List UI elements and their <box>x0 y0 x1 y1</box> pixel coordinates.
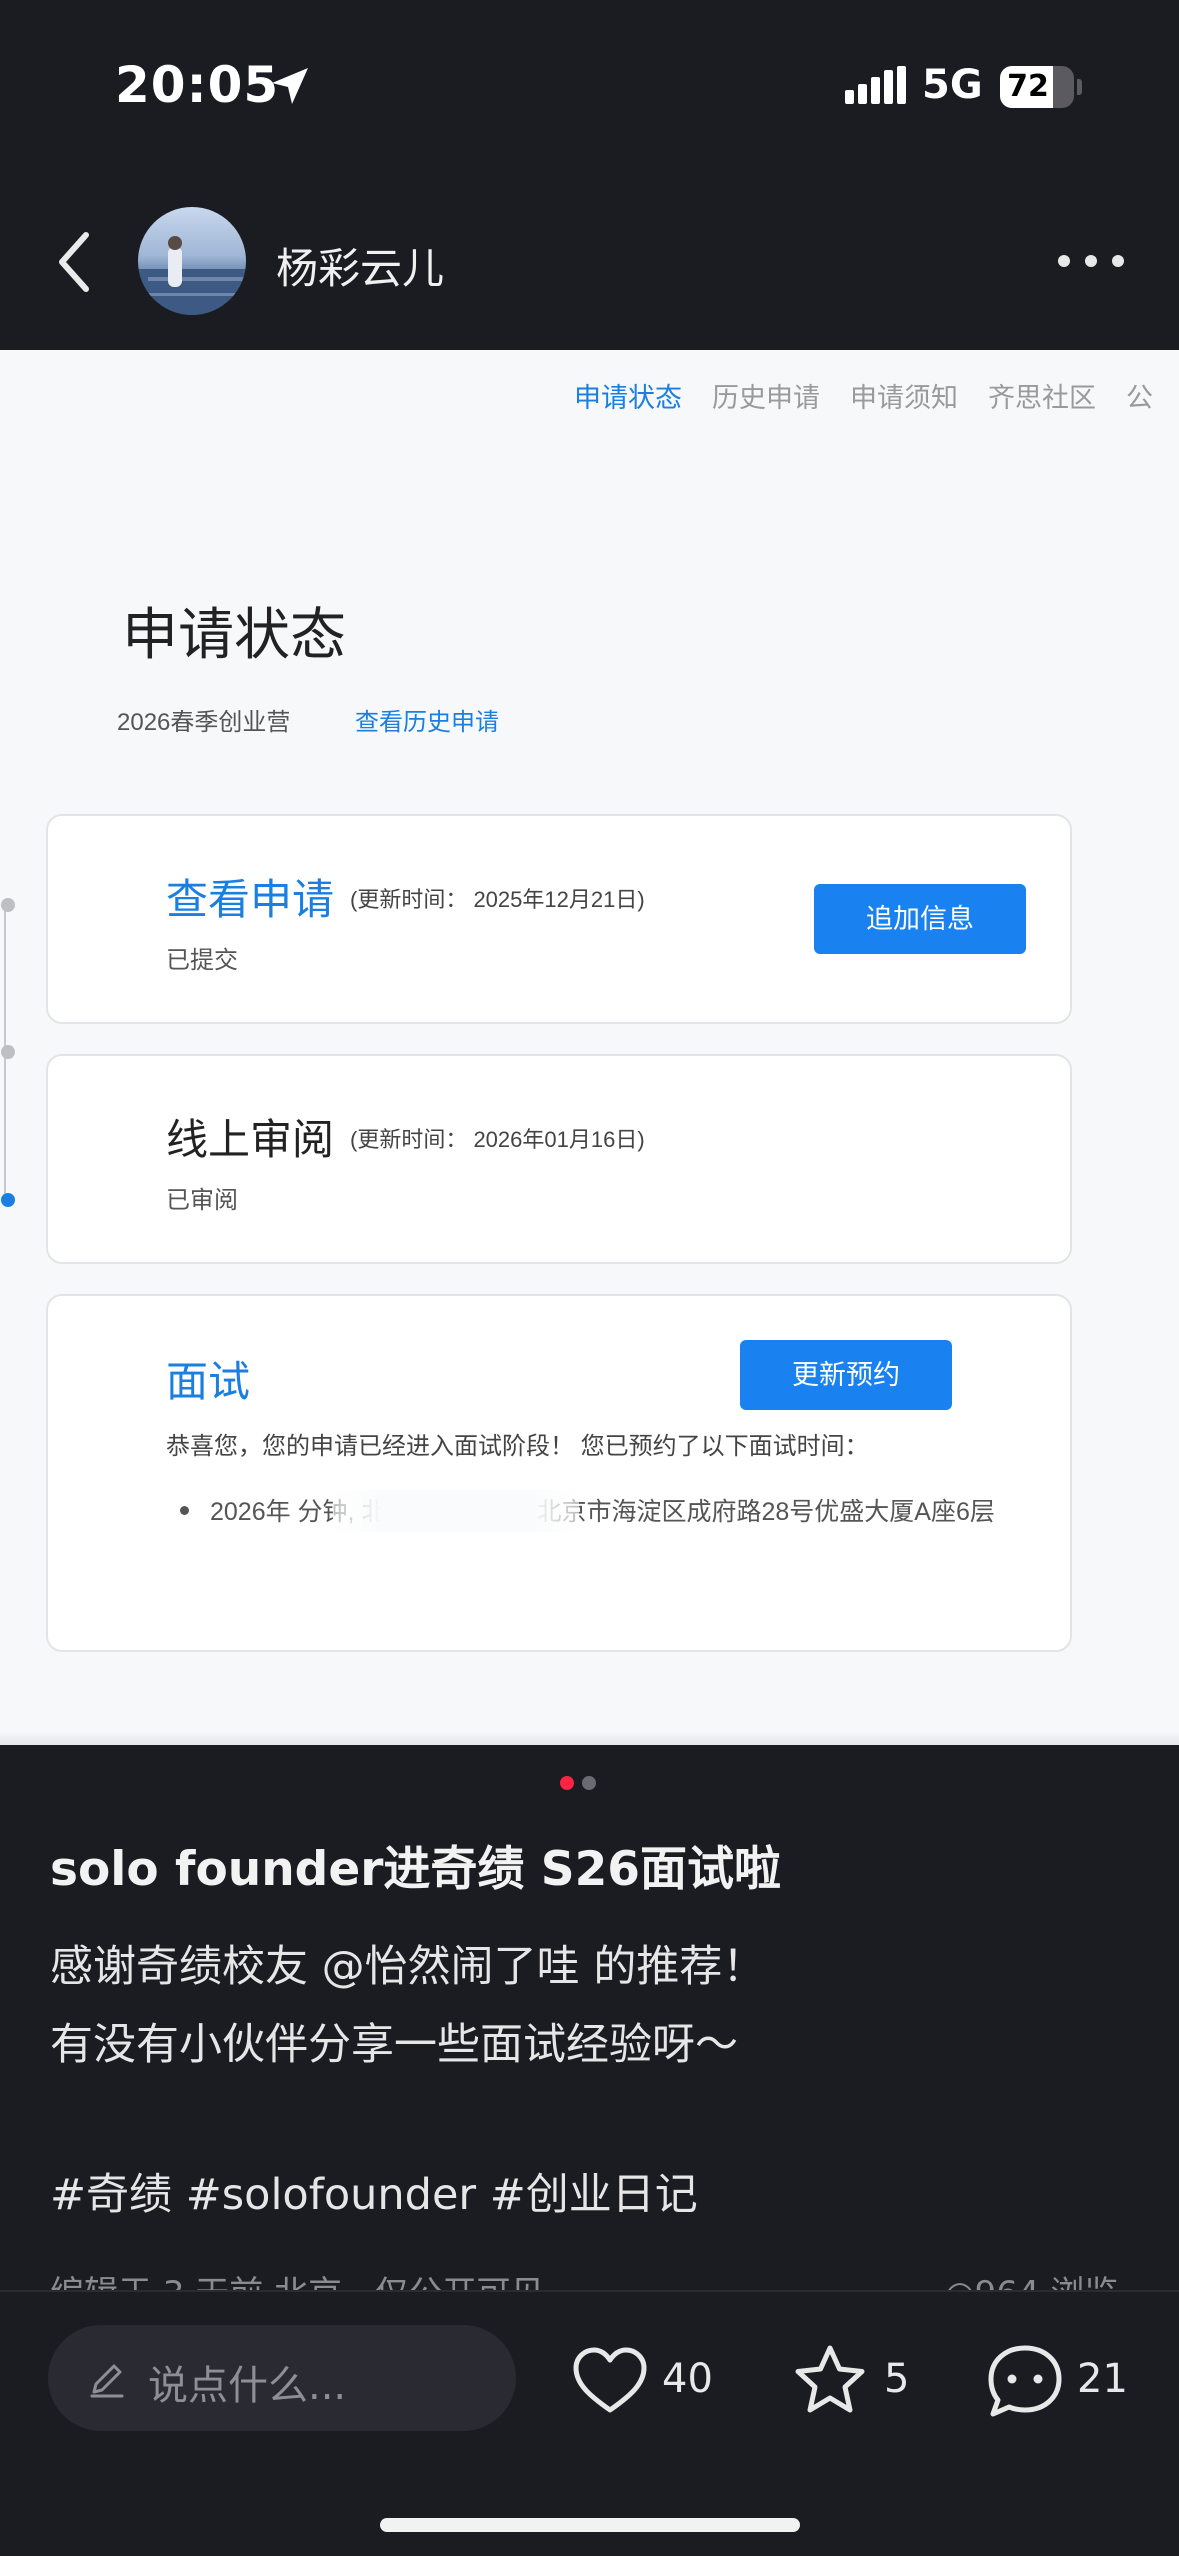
battery-percent: 72 <box>1007 69 1049 104</box>
post-body-line: 有没有小伙伴分享一些面试经验呀～ <box>50 2020 738 2070</box>
tab-community: 齐思社区 <box>988 383 1096 413</box>
card-view-application: 查看申请 (更新时间： 2025年12月21日) 已提交 追加信息 <box>46 814 1072 1024</box>
home-indicator <box>380 2518 800 2532</box>
view-history-link: 查看历史申请 <box>355 709 499 736</box>
update-appointment-button: 更新预约 <box>740 1340 952 1410</box>
tab-history: 历史申请 <box>712 383 820 413</box>
comment-input[interactable]: 说点什么... <box>48 2325 516 2431</box>
pager-dot-active <box>560 1776 574 1790</box>
card-title: 面试 <box>166 1358 251 1405</box>
tab-application-status: 申请状态 <box>574 383 682 413</box>
redaction-blur <box>333 1490 579 1532</box>
add-info-button: 追加信息 <box>814 884 1026 954</box>
signal-bars-icon <box>845 66 906 104</box>
post-body: 感谢奇绩校友 @怡然闹了哇 的推荐！ 有没有小伙伴分享一些面试经验呀～ <box>50 1928 765 2084</box>
card-status: 已审阅 <box>166 1187 238 1214</box>
post-body-line: 感谢奇绩校友 @怡然闹了哇 的推荐！ <box>50 1942 766 1992</box>
timeline-dot <box>1 898 15 912</box>
bottom-action-bar: 说点什么... 40 5 21 <box>0 2290 1179 2556</box>
star-icon <box>795 2345 865 2413</box>
comment-button[interactable]: 21 <box>985 2342 1135 2422</box>
card-status: 已提交 <box>166 947 238 974</box>
page-title: 申请状态 <box>122 603 346 666</box>
image-edge <box>0 1731 1179 1745</box>
like-count: 40 <box>662 2356 713 2402</box>
favorite-button[interactable]: 5 <box>790 2342 920 2422</box>
card-update-time: (更新时间： 2026年01月16日) <box>350 1127 645 1152</box>
interview-detail: 2026年 分钟, 北京, G1, 地址: 北京市海淀区成府路28号优盛大厦A座… <box>210 1498 995 1526</box>
location-arrow-icon <box>272 68 308 104</box>
pencil-icon <box>90 2364 124 2398</box>
timeline-dot <box>1 1045 15 1059</box>
site-tabs: 申请状态 历史申请 申请须知 齐思社区公 <box>574 376 1179 415</box>
post-title: solo founder进奇绩 S26面试啦 <box>50 1842 782 1897</box>
post-image[interactable]: 申请状态 历史申请 申请须知 齐思社区公 申请状态 2026春季创业营 查看历史申请 … <box>0 350 1179 1745</box>
status-time: 20:05 <box>115 56 280 114</box>
more-options-icon[interactable] <box>1058 255 1124 269</box>
tab-partial: 公 <box>1126 383 1153 413</box>
like-button[interactable]: 40 <box>570 2342 720 2422</box>
battery-icon: 72 <box>1000 66 1074 108</box>
card-update-time: (更新时间： 2025年12月21日) <box>350 887 645 912</box>
pager-dot <box>582 1776 596 1790</box>
timeline-dot-current <box>1 1193 15 1207</box>
timeline-line <box>1 898 15 1207</box>
card-interview: 面试 更新预约 恭喜您，您的申请已经进入面试阶段！ 您已预约了以下面试时间： 2… <box>46 1294 1072 1652</box>
heart-icon <box>573 2347 647 2413</box>
post-header: 杨彩云儿 <box>0 175 1179 350</box>
battery-cap <box>1077 79 1082 95</box>
author-name[interactable]: 杨彩云儿 <box>276 235 444 296</box>
favorite-count: 5 <box>884 2356 910 2402</box>
avatar[interactable] <box>138 207 246 315</box>
card-title: 线上审阅 <box>166 1116 335 1163</box>
status-bar: 20:05 5G 72 <box>0 0 1179 175</box>
network-type: 5G <box>922 62 983 108</box>
comment-placeholder: 说点什么... <box>148 2363 347 2409</box>
comment-bubble-icon <box>988 2345 1062 2417</box>
tab-notice: 申请须知 <box>850 383 958 413</box>
interview-message: 恭喜您，您的申请已经进入面试阶段！ 您已预约了以下面试时间： <box>166 1433 869 1460</box>
back-chevron-icon[interactable] <box>50 225 100 299</box>
card-title: 查看申请 <box>166 876 335 923</box>
camp-name: 2026春季创业营 <box>117 709 291 736</box>
comment-count: 21 <box>1077 2356 1128 2402</box>
bullet <box>180 1506 189 1515</box>
post-tags[interactable]: #奇绩 #solofounder #创业日记 <box>50 2160 698 2222</box>
card-online-review: 线上审阅 (更新时间： 2026年01月16日) 已审阅 <box>46 1054 1072 1264</box>
